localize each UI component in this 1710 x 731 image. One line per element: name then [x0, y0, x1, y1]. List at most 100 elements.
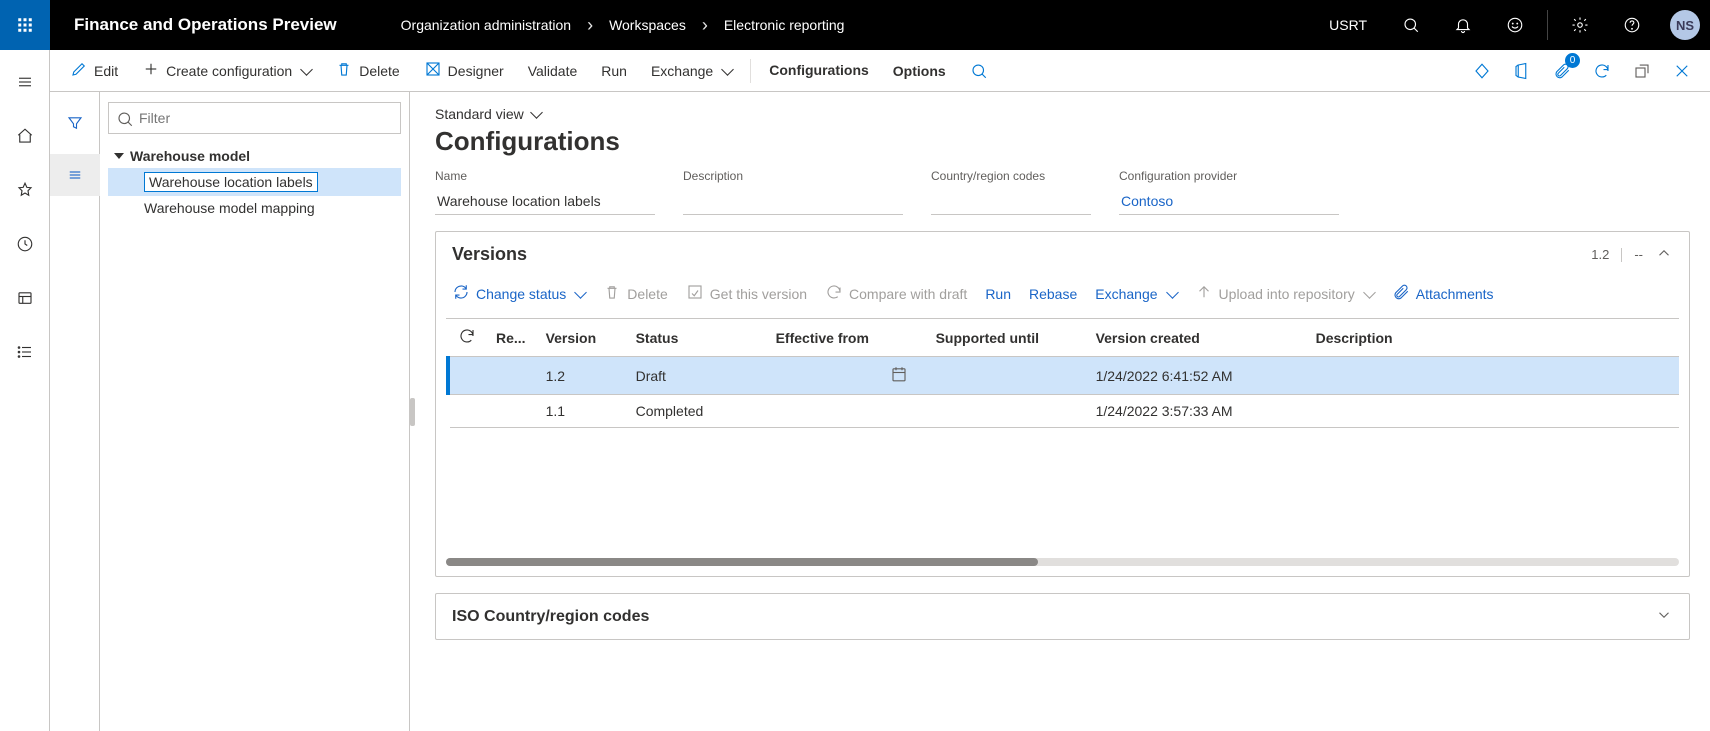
mainpane: Standard view Configurations Name Wareho…	[415, 92, 1710, 731]
run-button[interactable]: Run	[591, 57, 637, 85]
filter-icon[interactable]	[50, 102, 100, 144]
cell-effective[interactable]	[766, 357, 926, 395]
name-field[interactable]: Warehouse location labels	[435, 187, 655, 215]
tree-item[interactable]: Warehouse location labels	[108, 168, 401, 196]
cell-supported	[926, 357, 1086, 395]
view-switcher[interactable]: Standard view	[435, 106, 541, 122]
cell-effective[interactable]	[766, 395, 926, 428]
chevron-right-icon: ›	[587, 15, 593, 36]
column-header[interactable]: Re...	[486, 319, 536, 357]
horizontal-scrollbar[interactable]	[446, 558, 1679, 566]
field-label: Configuration provider	[1119, 169, 1339, 183]
tree-label: Warehouse model mapping	[144, 200, 315, 216]
office-icon[interactable]	[1504, 53, 1540, 89]
popout-icon[interactable]	[1624, 53, 1660, 89]
header-fields: Name Warehouse location labels Descripti…	[435, 169, 1690, 215]
trash-icon	[603, 283, 621, 304]
expand-icon[interactable]	[1655, 606, 1673, 627]
app-title: Finance and Operations Preview	[50, 15, 361, 35]
edit-icon	[686, 283, 704, 304]
tab-options[interactable]: Options	[883, 57, 956, 85]
create-configuration-button[interactable]: Create configuration	[132, 54, 321, 87]
help-icon[interactable]	[1608, 0, 1656, 50]
column-header[interactable]: Description	[1306, 319, 1679, 357]
iso-title: ISO Country/region codes	[452, 608, 1643, 626]
actionbar: Edit Create configuration Delete Designe…	[50, 50, 1710, 92]
search-icon[interactable]	[1387, 0, 1435, 50]
pencil-icon	[70, 60, 88, 81]
tree-item-root[interactable]: Warehouse model	[108, 144, 401, 168]
list-icon[interactable]	[0, 330, 50, 374]
versions-title: Versions	[452, 244, 1579, 265]
topbar: Finance and Operations Preview Organizat…	[0, 0, 1710, 50]
gear-icon[interactable]	[1556, 0, 1604, 50]
designer-button[interactable]: Designer	[414, 54, 514, 87]
tb-label: Compare with draft	[849, 286, 967, 302]
close-icon[interactable]	[1664, 53, 1700, 89]
provider-link[interactable]: Contoso	[1119, 187, 1339, 215]
cell-version: 1.2	[536, 357, 626, 395]
column-header[interactable]: Supported until	[926, 319, 1086, 357]
avatar[interactable]: NS	[1670, 10, 1700, 40]
cell-supported	[926, 395, 1086, 428]
edit-label: Edit	[94, 63, 118, 79]
attach-count-badge: 0	[1565, 53, 1580, 68]
waffle-icon[interactable]	[0, 0, 50, 50]
history-icon[interactable]	[0, 222, 50, 266]
create-label: Create configuration	[166, 63, 292, 79]
version-exchange-button[interactable]: Exchange	[1095, 286, 1176, 302]
calendar-icon[interactable]	[890, 370, 908, 386]
company-selector[interactable]: USRT	[1313, 0, 1383, 50]
hamburger-icon[interactable]	[0, 60, 50, 104]
versions-card: Versions 1.2 -- Change status	[435, 231, 1690, 577]
breadcrumb-item[interactable]: Workspaces	[609, 17, 686, 33]
column-header[interactable]: Version	[536, 319, 626, 357]
bell-icon[interactable]	[1439, 0, 1487, 50]
cell-version: 1.1	[536, 395, 626, 428]
designer-label: Designer	[448, 63, 504, 79]
module-icon[interactable]	[0, 276, 50, 320]
breadcrumb-item[interactable]: Electronic reporting	[724, 17, 845, 33]
column-header[interactable]: Effective from	[766, 319, 926, 357]
change-status-button[interactable]: Change status	[452, 283, 585, 304]
tree-item[interactable]: Warehouse model mapping	[108, 196, 401, 220]
filter-input[interactable]	[108, 102, 401, 134]
plus-icon	[142, 60, 160, 81]
collapse-icon[interactable]	[1655, 244, 1673, 265]
validate-button[interactable]: Validate	[518, 57, 588, 85]
description-field[interactable]	[683, 187, 903, 215]
versions-summary-dash: --	[1634, 247, 1643, 262]
upload-repo-button: Upload into repository	[1195, 283, 1374, 304]
smiley-icon[interactable]	[1491, 0, 1539, 50]
table-row[interactable]: 1.1Completed1/24/2022 3:57:33 AM	[448, 395, 1679, 428]
country-field[interactable]	[931, 187, 1091, 215]
tb-label: Rebase	[1029, 286, 1077, 302]
tab-configurations[interactable]: Configurations	[759, 56, 879, 86]
column-header[interactable]: Status	[626, 319, 766, 357]
exchange-button[interactable]: Exchange	[641, 57, 742, 85]
diamond-icon[interactable]	[1464, 53, 1500, 89]
tb-label: Attachments	[1416, 286, 1494, 302]
refresh-icon[interactable]	[1584, 53, 1620, 89]
lines-icon[interactable]	[50, 154, 100, 196]
edit-button[interactable]: Edit	[60, 54, 128, 87]
home-icon[interactable]	[0, 114, 50, 158]
attachments-icon[interactable]: 0	[1544, 53, 1580, 89]
leftrail	[0, 50, 50, 731]
action-search-button[interactable]	[960, 56, 998, 86]
chevron-down-icon	[1361, 286, 1374, 302]
cell-created: 1/24/2022 3:57:33 AM	[1086, 395, 1306, 428]
versions-summary-version: 1.2	[1591, 247, 1609, 262]
version-run-button[interactable]: Run	[985, 286, 1011, 302]
splitter-handle[interactable]	[410, 92, 415, 731]
table-row[interactable]: 1.2Draft1/24/2022 6:41:52 AM	[448, 357, 1679, 395]
rebase-button[interactable]: Rebase	[1029, 286, 1077, 302]
delete-button[interactable]: Delete	[325, 54, 409, 87]
caret-down-icon	[114, 153, 124, 159]
view-label: Standard view	[435, 106, 524, 122]
refresh-column-icon[interactable]	[448, 319, 486, 357]
star-icon[interactable]	[0, 168, 50, 212]
attachments-button[interactable]: Attachments	[1392, 283, 1494, 304]
breadcrumb-item[interactable]: Organization administration	[401, 17, 571, 33]
column-header[interactable]: Version created	[1086, 319, 1306, 357]
